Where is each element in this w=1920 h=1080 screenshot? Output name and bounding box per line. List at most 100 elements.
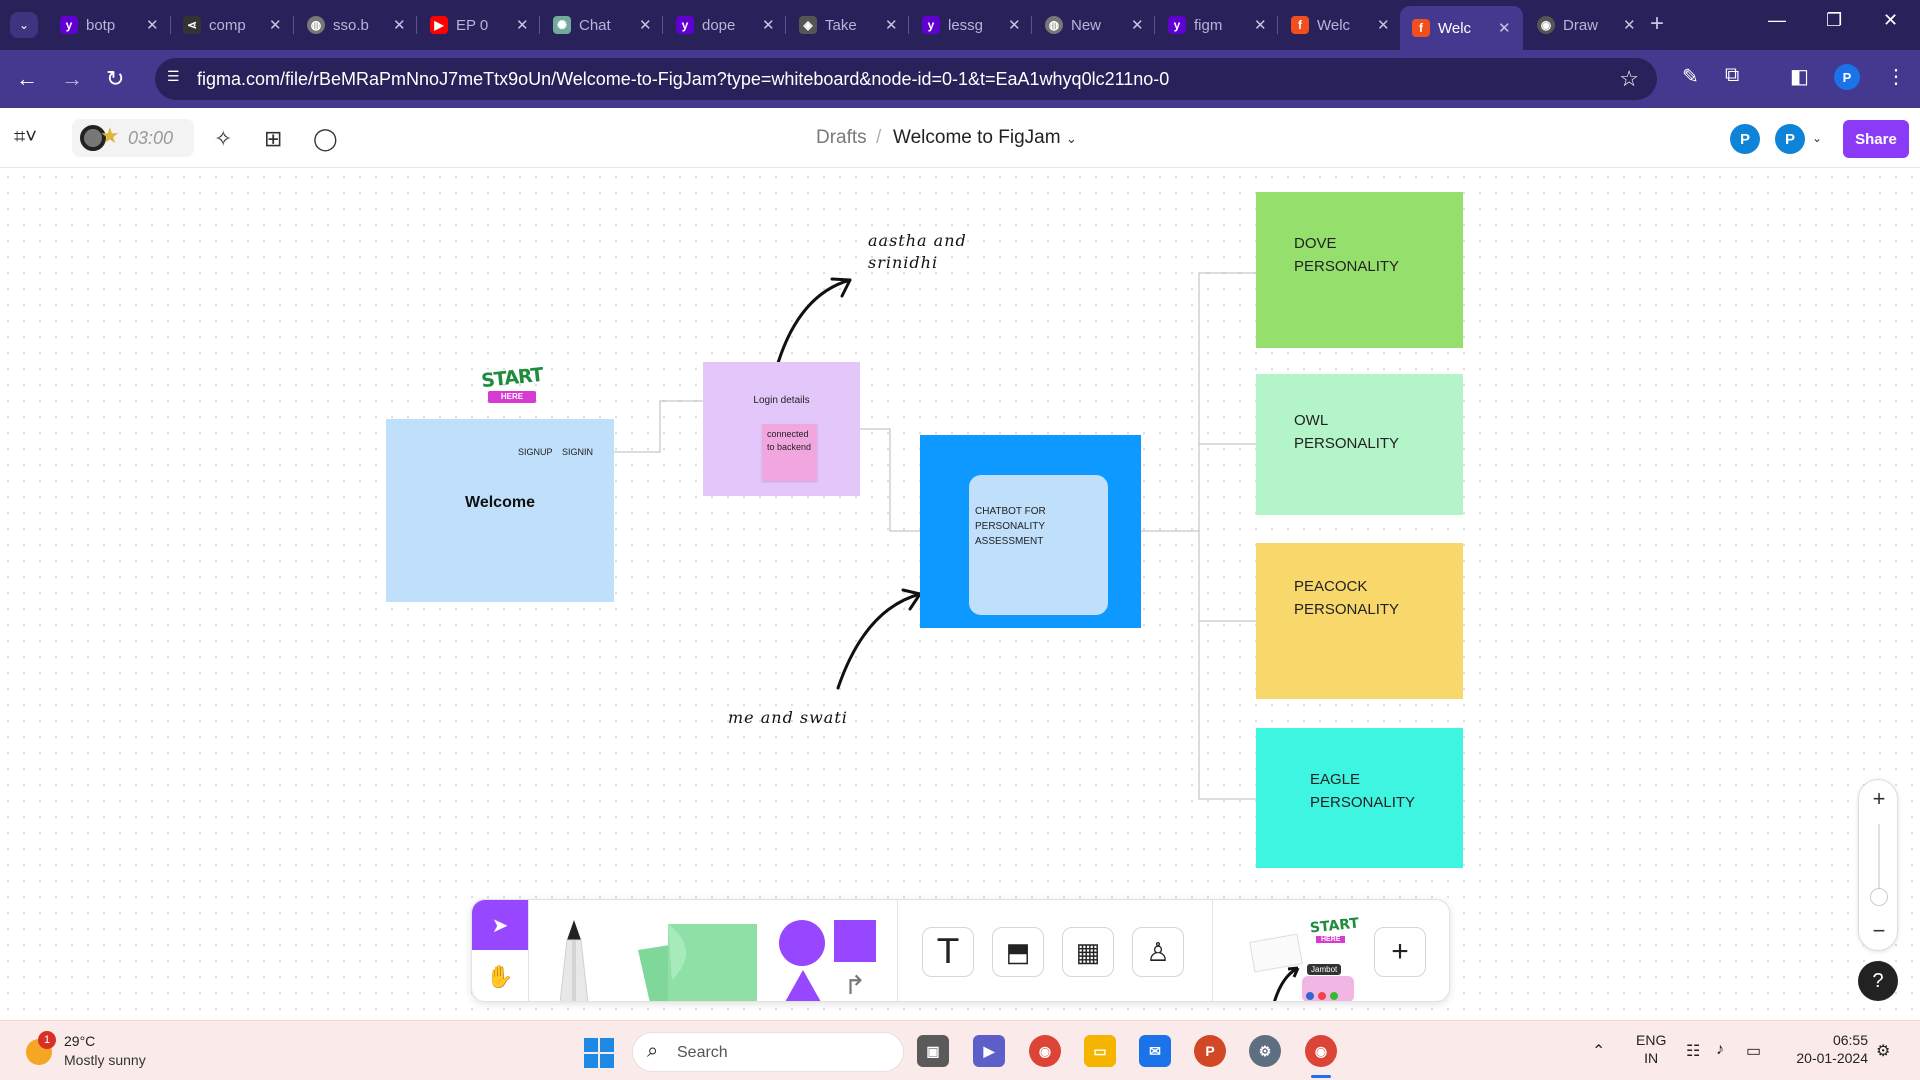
file-name[interactable]: Welcome to FigJam bbox=[893, 127, 1061, 149]
wifi-icon[interactable]: ☷ bbox=[1686, 1041, 1700, 1061]
user-avatar[interactable]: P bbox=[1775, 124, 1805, 154]
sticky-peacock-personality[interactable]: PEACOCK PERSONALITY bbox=[1256, 543, 1463, 699]
close-tab-icon[interactable]: ✕ bbox=[1377, 16, 1390, 34]
minimize-icon[interactable]: — bbox=[1768, 10, 1786, 31]
browser-tab[interactable]: y lessg ✕ bbox=[922, 8, 1021, 42]
close-tab-icon[interactable]: ✕ bbox=[1254, 16, 1267, 34]
browser-tab-active[interactable]: f Welc ✕ bbox=[1400, 6, 1523, 50]
collaborator-avatar[interactable]: P bbox=[1730, 124, 1760, 154]
close-tab-icon[interactable]: ✕ bbox=[639, 16, 652, 34]
zoom-slider-track[interactable] bbox=[1878, 824, 1880, 894]
chrome-icon[interactable]: ◉ bbox=[1029, 1035, 1061, 1067]
sticky-eagle-personality[interactable]: EAGLE PERSONALITY bbox=[1256, 728, 1463, 868]
start-windows-icon[interactable] bbox=[584, 1038, 614, 1068]
bookmark-star-icon[interactable]: ☆ bbox=[1619, 66, 1639, 92]
close-window-icon[interactable]: ✕ bbox=[1883, 10, 1898, 31]
text-tool-icon[interactable]: T bbox=[922, 927, 974, 977]
ai-sparkle-icon[interactable]: ✧ bbox=[214, 126, 232, 152]
weather-description[interactable]: Mostly sunny bbox=[64, 1052, 146, 1068]
chrome-profile-icon[interactable]: ◉ bbox=[1305, 1035, 1337, 1067]
sticky-owl-personality[interactable]: OWL PERSONALITY bbox=[1256, 374, 1463, 515]
battery-icon[interactable]: ▭ bbox=[1746, 1041, 1761, 1061]
sticky-note[interactable]: connected to backend bbox=[762, 424, 817, 481]
close-tab-icon[interactable]: ✕ bbox=[1131, 16, 1144, 34]
hand-tool-icon[interactable]: ✋ bbox=[472, 952, 528, 1001]
show-hidden-icons-chevron[interactable]: ⌃ bbox=[1592, 1041, 1605, 1061]
teams-meet-icon[interactable]: ▶ bbox=[973, 1035, 1005, 1067]
chevron-down-icon[interactable]: ⌄ bbox=[1812, 131, 1822, 145]
zoom-in-button[interactable]: + bbox=[1859, 786, 1899, 812]
section-tool-icon[interactable]: ⬒ bbox=[992, 927, 1044, 977]
eyedropper-extension-icon[interactable]: ✎ bbox=[1682, 64, 1699, 89]
reload-icon[interactable]: ↻ bbox=[106, 66, 124, 92]
task-view-icon[interactable]: ▣ bbox=[917, 1035, 949, 1067]
browser-tab[interactable]: ✺ Chat ✕ bbox=[553, 8, 652, 42]
input-language[interactable]: ENG IN bbox=[1636, 1031, 1666, 1067]
triangle-shape-tool[interactable] bbox=[785, 970, 821, 1001]
forward-icon[interactable]: → bbox=[61, 66, 83, 92]
close-tab-icon[interactable]: ✕ bbox=[146, 16, 159, 34]
close-tab-icon[interactable]: ✕ bbox=[1623, 16, 1636, 34]
close-tab-icon[interactable]: ✕ bbox=[762, 16, 775, 34]
new-tab-button[interactable]: + bbox=[1650, 10, 1664, 38]
table-tool-icon[interactable]: ▦ bbox=[1062, 927, 1114, 977]
settings-gear-icon[interactable]: ⚙ bbox=[1249, 1035, 1281, 1067]
browser-menu-icon[interactable]: ⋮ bbox=[1886, 64, 1906, 89]
notifications-bell-icon[interactable]: ⚙ bbox=[1876, 1041, 1890, 1061]
taskbar-search-box[interactable]: ⌕ Search bbox=[632, 1032, 904, 1072]
address-bar[interactable]: ☰ figma.com/file/rBeMRaPmNnoJ7meTtx9oUn/… bbox=[155, 58, 1657, 100]
timer-widget[interactable]: ★ 03:00 bbox=[72, 119, 194, 157]
connector-arrow-icon[interactable]: ↱ bbox=[844, 970, 866, 1001]
browser-tab[interactable]: ◉ Draw ✕ bbox=[1537, 8, 1636, 42]
circle-shape-tool[interactable] bbox=[779, 920, 825, 966]
annotation-top[interactable]: aastha and srinidhi bbox=[868, 230, 967, 274]
zoom-slider-handle[interactable] bbox=[1870, 888, 1888, 906]
powerpoint-icon[interactable]: P bbox=[1194, 1035, 1226, 1067]
restore-icon[interactable]: ❐ bbox=[1826, 10, 1842, 31]
mail-icon[interactable]: ✉ bbox=[1139, 1035, 1171, 1067]
share-button[interactable]: Share bbox=[1843, 120, 1909, 158]
close-tab-icon[interactable]: ✕ bbox=[1498, 19, 1511, 37]
side-panel-icon[interactable]: ◧ bbox=[1790, 64, 1809, 89]
volume-icon[interactable]: ♪ bbox=[1716, 1041, 1724, 1059]
help-button[interactable]: ? bbox=[1858, 961, 1898, 1001]
browser-tab[interactable]: f Welc ✕ bbox=[1291, 8, 1390, 42]
stamp-tool-icon[interactable]: ♙ bbox=[1132, 927, 1184, 977]
browser-tab[interactable]: ◍ sso.b ✕ bbox=[307, 8, 406, 42]
close-tab-icon[interactable]: ✕ bbox=[516, 16, 529, 34]
annotation-bottom[interactable]: me and swati bbox=[728, 707, 848, 729]
square-shape-tool[interactable] bbox=[834, 920, 876, 962]
tab-search-button[interactable]: ⌄ bbox=[10, 12, 38, 38]
site-info-icon[interactable]: ☰ bbox=[167, 68, 189, 90]
comment-icon[interactable]: ◯ bbox=[313, 126, 338, 152]
zoom-out-button[interactable]: − bbox=[1859, 918, 1899, 944]
browser-tab[interactable]: y botp ✕ bbox=[60, 8, 159, 42]
sticky-dove-personality[interactable]: DOVE PERSONALITY bbox=[1256, 192, 1463, 348]
browser-tab[interactable]: ⋖ comp ✕ bbox=[183, 8, 282, 42]
close-tab-icon[interactable]: ✕ bbox=[269, 16, 282, 34]
profile-avatar[interactable]: P bbox=[1834, 64, 1860, 90]
whiteboard-canvas[interactable]: START HERE SIGNUP SIGNIN Welcome Login d… bbox=[0, 169, 1920, 1020]
start-here-sticker[interactable]: START HERE bbox=[480, 364, 544, 411]
browser-tab[interactable]: ▶ EP 0 ✕ bbox=[430, 8, 529, 42]
marker-pen-tool[interactable] bbox=[554, 918, 594, 1002]
extensions-puzzle-icon[interactable]: ⧉ bbox=[1725, 64, 1739, 87]
browser-tab[interactable]: ◍ New ✕ bbox=[1045, 8, 1144, 42]
figma-menu-icon[interactable]: ⌗˅ bbox=[14, 126, 37, 149]
close-tab-icon[interactable]: ✕ bbox=[1008, 16, 1021, 34]
chevron-down-icon[interactable]: ⌄ bbox=[1066, 131, 1077, 147]
sticky-note-tool[interactable] bbox=[632, 920, 762, 1002]
weather-temperature[interactable]: 29°C bbox=[64, 1033, 95, 1049]
browser-tab[interactable]: y dope ✕ bbox=[676, 8, 775, 42]
signup-link[interactable]: SIGNUP bbox=[518, 447, 553, 457]
browser-tab[interactable]: y figm ✕ bbox=[1168, 8, 1267, 42]
signin-link[interactable]: SIGNIN bbox=[562, 447, 593, 457]
browser-tab[interactable]: ◈ Take ✕ bbox=[799, 8, 898, 42]
close-tab-icon[interactable]: ✕ bbox=[393, 16, 406, 34]
breadcrumb-drafts[interactable]: Drafts bbox=[816, 127, 867, 149]
layout-panel-icon[interactable]: ⊞ bbox=[264, 126, 282, 152]
system-clock[interactable]: 06:55 20-01-2024 bbox=[1788, 1031, 1868, 1067]
file-explorer-icon[interactable]: ▭ bbox=[1084, 1035, 1116, 1067]
close-tab-icon[interactable]: ✕ bbox=[885, 16, 898, 34]
more-tools-plus-icon[interactable]: + bbox=[1374, 927, 1426, 977]
